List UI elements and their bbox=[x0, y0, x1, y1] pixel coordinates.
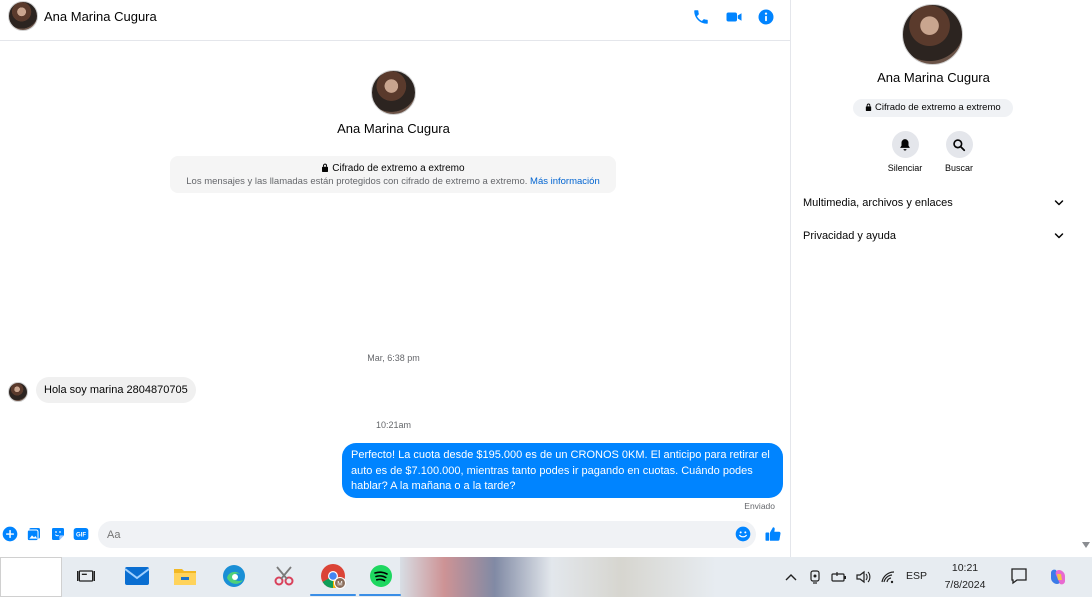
wifi-icon[interactable] bbox=[880, 569, 896, 585]
composer: GIF bbox=[0, 521, 790, 549]
chat-header: Ana Marina Cugura bbox=[0, 0, 790, 41]
message-timestamp: 10:21am bbox=[375, 420, 412, 430]
mute-button[interactable]: Silenciar bbox=[880, 131, 930, 173]
gif-label: GIF bbox=[76, 533, 86, 539]
e2e-notice: Cifrado de extremo a extremo Los mensaje… bbox=[170, 156, 616, 193]
intro-avatar bbox=[371, 70, 416, 115]
file-explorer-icon[interactable] bbox=[171, 562, 199, 590]
chat-pane: Ana Marina Cugura Ana Marina Cugura Cifr… bbox=[0, 0, 791, 557]
search-label: Buscar bbox=[944, 163, 973, 173]
spotify-active-indicator bbox=[359, 594, 401, 596]
edge-icon[interactable] bbox=[220, 562, 248, 590]
message-input[interactable] bbox=[98, 521, 756, 548]
privacy-support-section[interactable]: Privacidad y ayuda bbox=[803, 230, 1065, 242]
chrome-icon[interactable]: M bbox=[319, 562, 347, 590]
clock-date[interactable]: 7/8/2024 bbox=[935, 579, 995, 591]
chevron-up-icon[interactable] bbox=[783, 569, 799, 585]
incoming-message[interactable]: Hola soy marina 2804870705 bbox=[36, 377, 196, 403]
e2e-title-text: Cifrado de extremo a extremo bbox=[332, 163, 465, 174]
profile-name: Ana Marina Cugura bbox=[877, 70, 990, 85]
more-info-link[interactable]: Más información bbox=[530, 176, 600, 187]
privacy-section-label: Privacidad y ayuda bbox=[803, 230, 896, 242]
windows-taskbar: M ESP 10:21 7/8/2024 bbox=[0, 557, 1092, 597]
lock-icon bbox=[322, 163, 329, 172]
notification-icon[interactable] bbox=[1010, 567, 1028, 585]
add-icon[interactable] bbox=[2, 526, 18, 542]
microphone-icon[interactable] bbox=[807, 569, 823, 585]
snipping-tool-icon[interactable] bbox=[270, 562, 298, 590]
sticker-icon[interactable] bbox=[50, 526, 66, 542]
volume-icon[interactable] bbox=[855, 569, 871, 585]
message-timestamp: Mar, 6:38 pm bbox=[367, 353, 420, 363]
task-view-icon[interactable] bbox=[72, 562, 100, 590]
svg-text:M: M bbox=[337, 581, 342, 588]
battery-icon[interactable] bbox=[831, 569, 847, 585]
contact-name[interactable]: Ana Marina Cugura bbox=[44, 9, 157, 24]
mail-icon[interactable] bbox=[123, 562, 151, 590]
media-section-label: Multimedia, archivos y enlaces bbox=[803, 197, 953, 209]
mute-label: Silenciar bbox=[887, 163, 923, 173]
lock-icon bbox=[866, 103, 872, 111]
chevron-down-icon bbox=[1054, 233, 1064, 239]
profile-avatar[interactable] bbox=[902, 4, 963, 65]
spotify-icon[interactable] bbox=[367, 562, 395, 590]
video-icon[interactable] bbox=[725, 8, 743, 26]
e2e-title: Cifrado de extremo a extremo bbox=[170, 163, 616, 174]
clock-time[interactable]: 10:21 bbox=[935, 562, 995, 574]
mute-button-circle[interactable] bbox=[891, 131, 919, 158]
language-indicator[interactable]: ESP bbox=[906, 570, 927, 582]
copilot-icon[interactable] bbox=[1048, 567, 1068, 587]
emoji-icon[interactable] bbox=[735, 526, 751, 542]
gif-icon[interactable]: GIF bbox=[73, 526, 89, 542]
bell-icon bbox=[900, 138, 910, 151]
e2e-description: Los mensajes y las llamadas están proteg… bbox=[170, 176, 616, 187]
chevron-down-icon bbox=[1054, 200, 1064, 206]
taskbar-background bbox=[400, 557, 716, 597]
taskbar-search-box[interactable] bbox=[0, 557, 62, 597]
search-icon bbox=[953, 138, 966, 151]
intro-contact-name: Ana Marina Cugura bbox=[337, 121, 450, 136]
sender-avatar[interactable] bbox=[8, 382, 28, 402]
sent-status: Enviado bbox=[744, 501, 775, 511]
e2e-description-text: Los mensajes y las llamadas están proteg… bbox=[186, 176, 528, 187]
thumbs-up-icon[interactable] bbox=[764, 525, 782, 543]
search-button[interactable]: Buscar bbox=[934, 131, 984, 173]
search-button-circle[interactable] bbox=[945, 131, 973, 158]
conversation-info-pane: Ana Marina Cugura Cifrado de extremo a e… bbox=[792, 0, 1092, 557]
scroll-down-arrow-icon[interactable] bbox=[1082, 542, 1090, 548]
chrome-active-indicator bbox=[310, 594, 356, 596]
outgoing-message[interactable]: Perfecto! La cuota desde $195.000 es de … bbox=[342, 443, 783, 498]
e2e-badge: Cifrado de extremo a extremo bbox=[853, 99, 1013, 117]
avatar[interactable] bbox=[8, 1, 38, 31]
media-files-links-section[interactable]: Multimedia, archivos y enlaces bbox=[803, 197, 1065, 209]
e2e-badge-text: Cifrado de extremo a extremo bbox=[874, 102, 1001, 113]
info-icon[interactable] bbox=[757, 8, 775, 26]
phone-icon[interactable] bbox=[692, 8, 710, 26]
gallery-icon[interactable] bbox=[26, 526, 42, 542]
